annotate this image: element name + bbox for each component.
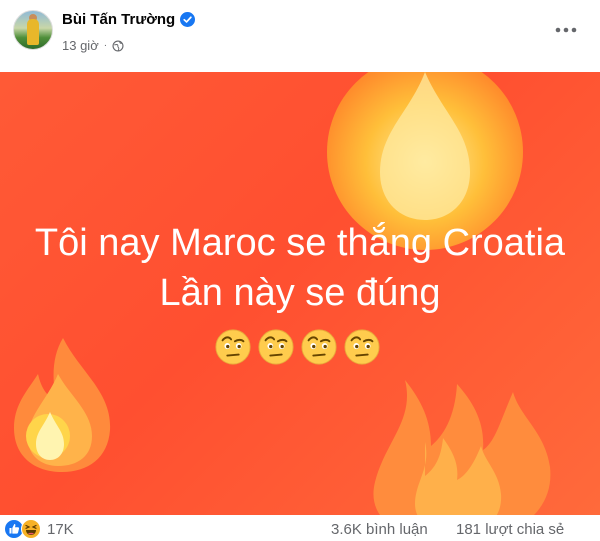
meta-separator: · [103,40,108,51]
haha-icon [21,519,41,539]
reaction-count: 17K [47,520,74,538]
comments-count[interactable]: 3.6K bình luận [331,521,428,538]
verified-badge-icon [180,12,196,27]
post-header: Bùi Tấn Trường 13 giờ · [0,0,600,72]
globe-icon[interactable] [112,39,124,52]
author-row: Bùi Tấn Trường [62,11,196,28]
face-with-raised-eyebrow-icon [258,329,294,365]
post-time[interactable]: 13 giờ [62,38,99,53]
face-with-raised-eyebrow-icon [301,329,337,365]
post-banner[interactable]: Tôi nay Maroc se thắng Croatia Lần này s… [0,72,600,515]
banner-text-line2: Lần này se đúng [159,272,441,314]
more-options-icon [555,27,577,33]
avatar[interactable] [13,10,53,50]
face-with-raised-eyebrow-icon [215,329,251,365]
face-with-raised-eyebrow-icon [344,329,380,365]
more-options-button[interactable] [552,20,580,40]
emoji-row [214,328,381,366]
shares-count[interactable]: 181 lượt chia sẻ [456,521,564,538]
fire-icon [14,338,111,472]
fire-icon [373,380,551,515]
post-stats: 17K 3.6K bình luận 181 lượt chia sẻ [0,515,600,541]
reactions-summary[interactable]: 17K [4,519,74,539]
banner-text-line1: Tôi nay Maroc se thắng Croatia [34,222,566,264]
post-meta: 13 giờ · [62,38,124,53]
author-name[interactable]: Bùi Tấn Trường [62,11,175,28]
